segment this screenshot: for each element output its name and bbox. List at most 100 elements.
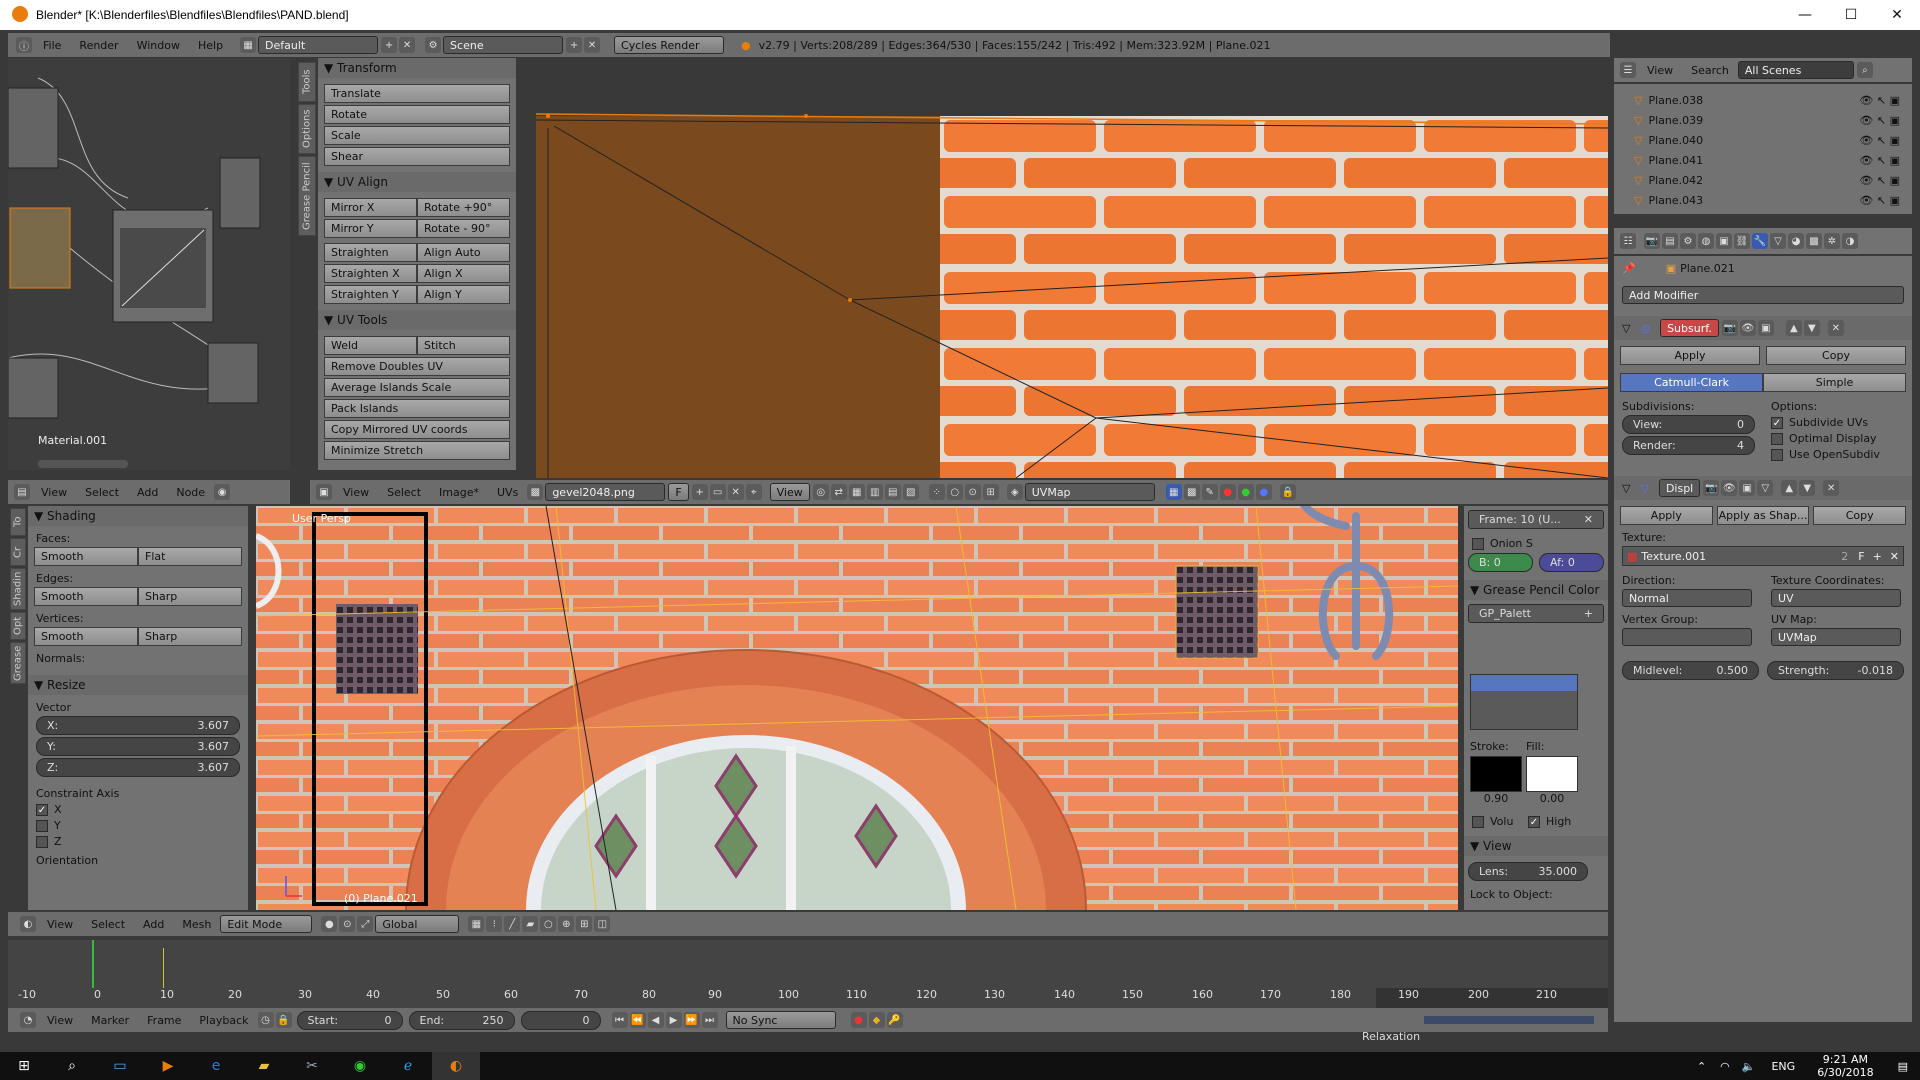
face-select-icon[interactable]: ▤: [884, 484, 901, 500]
sync-selection-icon[interactable]: ⇄: [830, 484, 847, 500]
preview-range-icon[interactable]: ◷: [257, 1012, 274, 1028]
internet-explorer-icon[interactable]: ℯ: [384, 1052, 432, 1080]
pack-islands-button[interactable]: Pack Islands: [324, 399, 510, 418]
mirror-x-button[interactable]: Mirror X: [324, 198, 417, 217]
uv-align-panel-title[interactable]: ▼ UV Align: [318, 172, 516, 192]
node-menu-add[interactable]: Add: [128, 486, 167, 499]
texture-users-count[interactable]: 2: [1841, 550, 1848, 563]
direction-select[interactable]: Normal: [1622, 589, 1752, 607]
prev-keyframe-icon[interactable]: ⏪: [629, 1012, 646, 1028]
edges-smooth-button[interactable]: Smooth: [34, 587, 138, 606]
render-tab-icon[interactable]: 📷: [1644, 233, 1660, 249]
menu-file[interactable]: File: [34, 39, 70, 52]
minimize-button[interactable]: —: [1782, 0, 1828, 30]
open-image-icon[interactable]: ▭: [709, 484, 726, 500]
tray-chevron-icon[interactable]: ⌃: [1697, 1060, 1706, 1073]
render-engine-select[interactable]: Cycles Render: [614, 36, 725, 54]
onion-after-field[interactable]: Af: 0: [1539, 553, 1604, 572]
green-channel-icon[interactable]: ●: [1237, 484, 1254, 500]
node-menu-select[interactable]: Select: [76, 486, 128, 499]
uv-menu-uvs[interactable]: UVs: [488, 486, 527, 499]
viewport-toggle-icon[interactable]: 👁: [1721, 480, 1738, 496]
display-mode-select[interactable]: All Scenes: [1737, 61, 1854, 79]
notifications-icon[interactable]: ▤: [1898, 1060, 1908, 1073]
displace-name-field[interactable]: Displ: [1658, 479, 1701, 497]
file-explorer-icon[interactable]: ▰: [240, 1052, 288, 1080]
outliner-item[interactable]: ▽ Plane.042 👁 ↖ ▣: [1614, 170, 1912, 190]
3d-menu-add[interactable]: Add: [134, 918, 173, 931]
shear-button[interactable]: Shear: [324, 147, 510, 166]
texture-tab-icon[interactable]: ▩: [1806, 233, 1822, 249]
constraint-z-checkbox[interactable]: Z: [36, 835, 240, 848]
cage-toggle-icon[interactable]: ▽: [1757, 480, 1774, 496]
move-down-icon[interactable]: ▼: [1799, 480, 1816, 496]
rotate-button[interactable]: Rotate: [324, 105, 510, 124]
add-modifier-select[interactable]: Add Modifier: [1622, 286, 1904, 304]
outliner-item[interactable]: ▽ Plane.040 👁 ↖ ▣: [1614, 130, 1912, 150]
tab-grease-pencil[interactable]: Grease Pencil: [298, 156, 316, 236]
snap-icon[interactable]: ⊙: [964, 484, 981, 500]
scene-field[interactable]: Scene: [443, 36, 564, 54]
subdiv-view-field[interactable]: View: 0: [1622, 415, 1755, 434]
unlink-image-icon[interactable]: ✕: [727, 484, 744, 500]
properties-type-icon[interactable]: ☷: [1620, 233, 1636, 249]
volume-icon[interactable]: 🔈: [1742, 1060, 1756, 1073]
stroke-opacity-value[interactable]: 0.90: [1470, 792, 1522, 805]
modifiers-tab-icon[interactable]: 🔧: [1752, 233, 1768, 249]
sync-select[interactable]: No Sync: [725, 1011, 836, 1029]
proportional-edit-icon[interactable]: ○: [540, 916, 557, 932]
visibility-icon[interactable]: 👁 ↖ ▣: [1859, 134, 1900, 147]
pivot-point-icon[interactable]: ⊙: [339, 916, 356, 932]
blender-taskbar-icon[interactable]: ◐: [432, 1052, 480, 1080]
search-icon[interactable]: ⌕: [1856, 62, 1873, 78]
jump-start-icon[interactable]: ⏮: [611, 1012, 628, 1028]
uv-view-select[interactable]: View: [769, 483, 810, 501]
tab-shading[interactable]: Shadin: [10, 568, 26, 610]
network-icon[interactable]: ◠: [1720, 1060, 1730, 1073]
vertices-smooth-button[interactable]: Smooth: [34, 627, 138, 646]
remove-modifier-icon[interactable]: ✕: [1827, 320, 1844, 336]
move-up-icon[interactable]: ▲: [1781, 480, 1798, 496]
edge-mode-icon[interactable]: ╱: [504, 916, 521, 932]
gp-color-panel-title[interactable]: ▼ Grease Pencil Color: [1464, 580, 1608, 600]
align-y-button[interactable]: Align Y: [417, 285, 510, 304]
move-up-icon[interactable]: ▲: [1785, 320, 1802, 336]
editmode-toggle-icon[interactable]: ▣: [1757, 320, 1774, 336]
record-icon[interactable]: ●: [850, 1012, 867, 1028]
current-frame-field[interactable]: 0: [520, 1010, 601, 1030]
add-texture-icon[interactable]: +: [1873, 550, 1882, 563]
high-quality-checkbox[interactable]: ✓ High: [1528, 815, 1571, 828]
align-x-button[interactable]: Align X: [417, 264, 510, 283]
remove-scene-icon[interactable]: ✕: [584, 37, 601, 53]
fill-opacity-value[interactable]: 0.00: [1526, 792, 1578, 805]
onion-before-field[interactable]: B: 0: [1468, 553, 1533, 572]
optimal-display-checkbox[interactable]: Optimal Display: [1771, 432, 1904, 445]
3d-menu-mesh[interactable]: Mesh: [173, 918, 220, 931]
render-toggle-icon[interactable]: 📷: [1721, 320, 1738, 336]
3d-view-type-icon[interactable]: ◐: [20, 916, 36, 932]
outliner-menu-search[interactable]: Search: [1682, 64, 1738, 77]
timeline-menu-playback[interactable]: Playback: [190, 1014, 257, 1027]
snap-element-icon[interactable]: ⊞: [982, 484, 999, 500]
gp-palette-field[interactable]: GP_Palett +: [1468, 604, 1604, 623]
translate-button[interactable]: Translate: [324, 84, 510, 103]
scale-button[interactable]: Scale: [324, 126, 510, 145]
subdiv-render-field[interactable]: Render: 4: [1622, 436, 1755, 455]
onion-skin-checkbox[interactable]: Onion S: [1472, 537, 1600, 550]
uvmap-field[interactable]: UVMap: [1024, 483, 1155, 501]
island-select-icon[interactable]: ▧: [902, 484, 919, 500]
subsurf-apply-button[interactable]: Apply: [1620, 346, 1760, 365]
viewport-shading-icon[interactable]: ●: [321, 916, 338, 932]
material-tab-icon[interactable]: ◕: [1788, 233, 1804, 249]
vertex-mode-icon[interactable]: ⁝: [486, 916, 503, 932]
tab-tools[interactable]: Tools: [298, 62, 316, 102]
collapse-icon[interactable]: ▽: [1622, 482, 1630, 495]
uv-editor-type-icon[interactable]: ▣: [316, 484, 332, 500]
pin-icon[interactable]: 📌: [1622, 262, 1636, 275]
outliner-item[interactable]: ▽ Plane.041 👁 ↖ ▣: [1614, 150, 1912, 170]
vertex-select-icon[interactable]: ▦: [848, 484, 865, 500]
manipulator-icon[interactable]: ⤢: [357, 916, 374, 932]
play-icon[interactable]: ▶: [665, 1012, 682, 1028]
resize-panel-title[interactable]: ▼ Resize: [28, 675, 248, 695]
scene-icon[interactable]: ⚙: [425, 37, 442, 53]
